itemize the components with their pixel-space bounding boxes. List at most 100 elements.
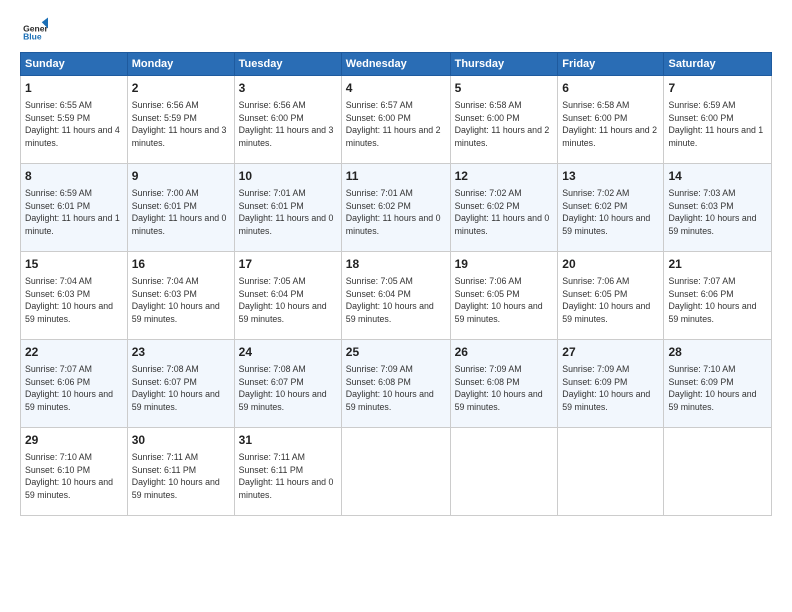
day-info: Sunrise: 7:04 AMSunset: 6:03 PMDaylight:…	[132, 275, 230, 326]
svg-text:Blue: Blue	[23, 31, 42, 41]
weekday-header: Thursday	[450, 53, 558, 76]
weekday-header: Saturday	[664, 53, 772, 76]
calendar-cell: 31 Sunrise: 7:11 AMSunset: 6:11 PMDayligh…	[234, 428, 341, 516]
calendar-cell	[558, 428, 664, 516]
calendar-week: 8 Sunrise: 6:59 AMSunset: 6:01 PMDaylight…	[21, 164, 772, 252]
calendar-cell: 28 Sunrise: 7:10 AMSunset: 6:09 PMDayligh…	[664, 340, 772, 428]
day-number: 16	[132, 256, 230, 273]
day-info: Sunrise: 7:05 AMSunset: 6:04 PMDaylight:…	[346, 275, 446, 326]
calendar-cell: 10Sunrise: 7:01 AMSunset: 6:01 PMDayligh…	[234, 164, 341, 252]
day-info: Sunrise: 7:07 AMSunset: 6:06 PMDaylight:…	[668, 275, 767, 326]
day-number: 6	[562, 80, 659, 97]
day-number: 26	[455, 344, 554, 361]
calendar-cell: 1Sunrise: 6:55 AMSunset: 5:59 PMDaylight…	[21, 76, 128, 164]
day-number: 31	[239, 432, 337, 449]
calendar-week: 1Sunrise: 6:55 AMSunset: 5:59 PMDaylight…	[21, 76, 772, 164]
day-number: 20	[562, 256, 659, 273]
calendar-cell: 25Sunrise: 7:09 AMSunset: 6:08 PMDayligh…	[341, 340, 450, 428]
calendar-cell: 26Sunrise: 7:09 AMSunset: 6:08 PMDayligh…	[450, 340, 558, 428]
day-number: 11	[346, 168, 446, 185]
day-number: 24	[239, 344, 337, 361]
day-number: 2	[132, 80, 230, 97]
calendar-cell: 14Sunrise: 7:03 AMSunset: 6:03 PMDayligh…	[664, 164, 772, 252]
calendar-cell	[450, 428, 558, 516]
day-info: Sunrise: 7:10 AMSunset: 6:09 PMDaylight:…	[668, 363, 767, 414]
calendar-cell: 4 Sunrise: 6:57 AMSunset: 6:00 PMDaylight…	[341, 76, 450, 164]
calendar-cell: 11 Sunrise: 7:01 AMSunset: 6:02 PMDayligh…	[341, 164, 450, 252]
day-info: Sunrise: 7:09 AMSunset: 6:08 PMDaylight:…	[346, 363, 446, 414]
day-info: Sunrise: 6:59 AMSunset: 6:01 PMDaylight:…	[25, 187, 123, 238]
calendar-cell: 22 Sunrise: 7:07 AMSunset: 6:06 PMDayligh…	[21, 340, 128, 428]
calendar-cell: 30Sunrise: 7:11 AMSunset: 6:11 PMDayligh…	[127, 428, 234, 516]
logo-icon: General Blue	[20, 16, 48, 44]
day-number: 27	[562, 344, 659, 361]
calendar-cell: 20 Sunrise: 7:06 AMSunset: 6:05 PMDayligh…	[558, 252, 664, 340]
day-number: 15	[25, 256, 123, 273]
day-info: Sunrise: 6:58 AMSunset: 6:00 PMDaylight:…	[455, 99, 554, 150]
calendar-cell: 15 Sunrise: 7:04 AMSunset: 6:03 PMDayligh…	[21, 252, 128, 340]
logo: General Blue	[20, 16, 52, 44]
calendar: SundayMondayTuesdayWednesdayThursdayFrid…	[20, 52, 772, 516]
day-number: 13	[562, 168, 659, 185]
calendar-cell: 8 Sunrise: 6:59 AMSunset: 6:01 PMDaylight…	[21, 164, 128, 252]
day-info: Sunrise: 7:07 AMSunset: 6:06 PMDaylight:…	[25, 363, 123, 414]
day-info: Sunrise: 7:02 AMSunset: 6:02 PMDaylight:…	[455, 187, 554, 238]
day-number: 23	[132, 344, 230, 361]
calendar-cell: 19 Sunrise: 7:06 AMSunset: 6:05 PMDayligh…	[450, 252, 558, 340]
calendar-cell: 3Sunrise: 6:56 AMSunset: 6:00 PMDaylight…	[234, 76, 341, 164]
day-number: 12	[455, 168, 554, 185]
calendar-cell: 27 Sunrise: 7:09 AMSunset: 6:09 PMDayligh…	[558, 340, 664, 428]
calendar-cell	[664, 428, 772, 516]
calendar-cell: 21 Sunrise: 7:07 AMSunset: 6:06 PMDayligh…	[664, 252, 772, 340]
calendar-cell	[341, 428, 450, 516]
day-info: Sunrise: 7:06 AMSunset: 6:05 PMDaylight:…	[455, 275, 554, 326]
day-number: 22	[25, 344, 123, 361]
day-info: Sunrise: 7:08 AMSunset: 6:07 PMDaylight:…	[239, 363, 337, 414]
page-header: General Blue	[20, 16, 772, 44]
calendar-week: 15 Sunrise: 7:04 AMSunset: 6:03 PMDayligh…	[21, 252, 772, 340]
calendar-cell: 23 Sunrise: 7:08 AMSunset: 6:07 PMDayligh…	[127, 340, 234, 428]
calendar-cell: 24 Sunrise: 7:08 AMSunset: 6:07 PMDayligh…	[234, 340, 341, 428]
calendar-cell: 7Sunrise: 6:59 AMSunset: 6:00 PMDaylight…	[664, 76, 772, 164]
day-number: 28	[668, 344, 767, 361]
day-info: Sunrise: 7:02 AMSunset: 6:02 PMDaylight:…	[562, 187, 659, 238]
day-info: Sunrise: 7:05 AMSunset: 6:04 PMDaylight:…	[239, 275, 337, 326]
day-info: Sunrise: 6:58 AMSunset: 6:00 PMDaylight:…	[562, 99, 659, 150]
calendar-week: 29Sunrise: 7:10 AMSunset: 6:10 PMDayligh…	[21, 428, 772, 516]
day-info: Sunrise: 6:56 AMSunset: 6:00 PMDaylight:…	[239, 99, 337, 150]
day-number: 17	[239, 256, 337, 273]
day-number: 4	[346, 80, 446, 97]
day-number: 9	[132, 168, 230, 185]
day-info: Sunrise: 7:11 AMSunset: 6:11 PMDaylight:…	[239, 451, 337, 502]
calendar-cell: 5Sunrise: 6:58 AMSunset: 6:00 PMDaylight…	[450, 76, 558, 164]
day-info: Sunrise: 7:11 AMSunset: 6:11 PMDaylight:…	[132, 451, 230, 502]
calendar-cell: 18 Sunrise: 7:05 AMSunset: 6:04 PMDayligh…	[341, 252, 450, 340]
day-info: Sunrise: 7:08 AMSunset: 6:07 PMDaylight:…	[132, 363, 230, 414]
day-info: Sunrise: 7:00 AMSunset: 6:01 PMDaylight:…	[132, 187, 230, 238]
calendar-cell: 13 Sunrise: 7:02 AMSunset: 6:02 PMDayligh…	[558, 164, 664, 252]
calendar-header: SundayMondayTuesdayWednesdayThursdayFrid…	[21, 53, 772, 76]
day-info: Sunrise: 6:55 AMSunset: 5:59 PMDaylight:…	[25, 99, 123, 150]
day-info: Sunrise: 7:03 AMSunset: 6:03 PMDaylight:…	[668, 187, 767, 238]
day-number: 19	[455, 256, 554, 273]
calendar-cell: 16 Sunrise: 7:04 AMSunset: 6:03 PMDayligh…	[127, 252, 234, 340]
day-number: 8	[25, 168, 123, 185]
day-info: Sunrise: 7:09 AMSunset: 6:09 PMDaylight:…	[562, 363, 659, 414]
day-info: Sunrise: 7:01 AMSunset: 6:02 PMDaylight:…	[346, 187, 446, 238]
day-info: Sunrise: 6:59 AMSunset: 6:00 PMDaylight:…	[668, 99, 767, 150]
calendar-cell: 6 Sunrise: 6:58 AMSunset: 6:00 PMDaylight…	[558, 76, 664, 164]
calendar-cell: 2 Sunrise: 6:56 AMSunset: 5:59 PMDaylight…	[127, 76, 234, 164]
weekday-header: Tuesday	[234, 53, 341, 76]
day-number: 21	[668, 256, 767, 273]
calendar-cell: 9 Sunrise: 7:00 AMSunset: 6:01 PMDaylight…	[127, 164, 234, 252]
day-info: Sunrise: 7:01 AMSunset: 6:01 PMDaylight:…	[239, 187, 337, 238]
day-info: Sunrise: 7:10 AMSunset: 6:10 PMDaylight:…	[25, 451, 123, 502]
calendar-cell: 17 Sunrise: 7:05 AMSunset: 6:04 PMDayligh…	[234, 252, 341, 340]
day-info: Sunrise: 7:04 AMSunset: 6:03 PMDaylight:…	[25, 275, 123, 326]
day-info: Sunrise: 6:56 AMSunset: 5:59 PMDaylight:…	[132, 99, 230, 150]
day-info: Sunrise: 6:57 AMSunset: 6:00 PMDaylight:…	[346, 99, 446, 150]
day-number: 18	[346, 256, 446, 273]
day-info: Sunrise: 7:06 AMSunset: 6:05 PMDaylight:…	[562, 275, 659, 326]
weekday-header: Sunday	[21, 53, 128, 76]
weekday-header: Wednesday	[341, 53, 450, 76]
